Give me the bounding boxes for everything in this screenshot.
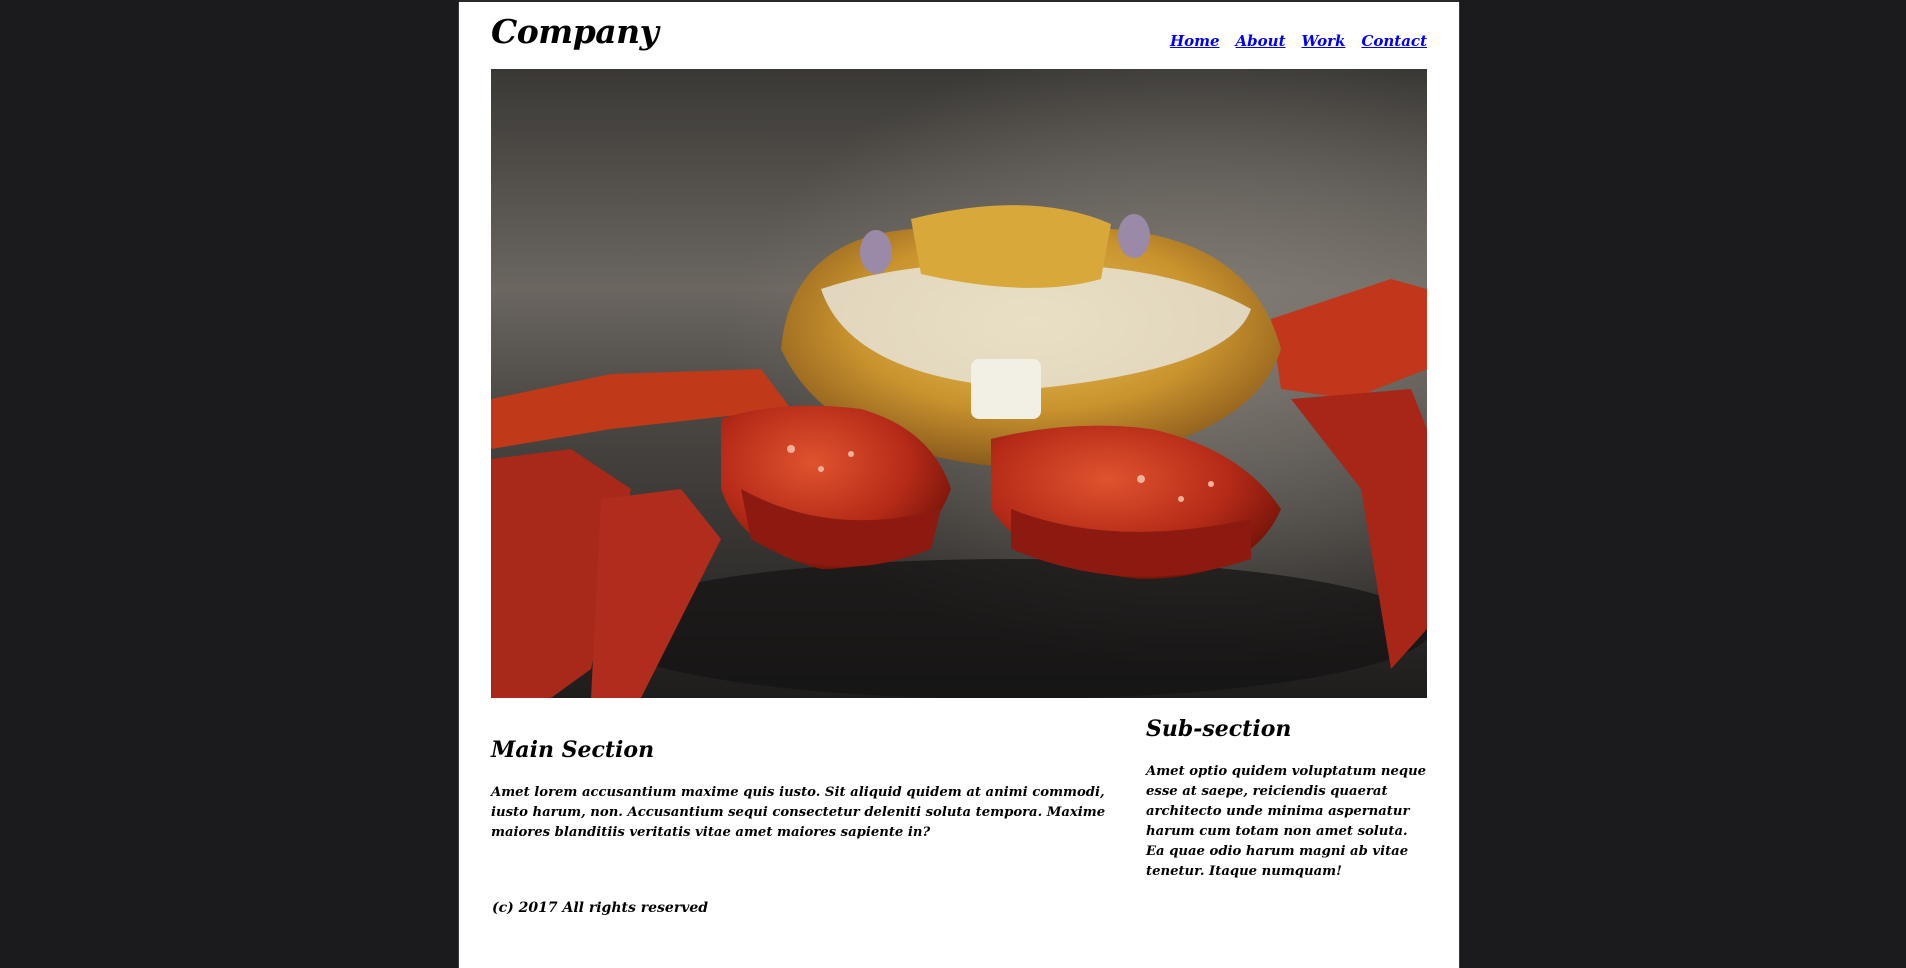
- nav-link-contact[interactable]: Contact: [1361, 32, 1427, 50]
- sub-section: Sub-section Amet optio quidem voluptatum…: [1146, 716, 1427, 882]
- nav-link-home[interactable]: Home: [1170, 32, 1220, 50]
- main-section-title: Main Section: [491, 737, 655, 763]
- crab-photo: [491, 69, 1427, 698]
- sub-section-title: Sub-section: [1146, 716, 1292, 742]
- hero-image: [491, 69, 1427, 698]
- site-logo[interactable]: Company: [491, 12, 659, 51]
- sub-section-body: Amet optio quidem voluptatum neque esse …: [1146, 764, 1427, 879]
- nav-link-about[interactable]: About: [1236, 32, 1286, 50]
- page-container: Company Home About Work Contact Main Sec…: [458, 0, 1460, 968]
- main-section: Main Section Amet lorem accusantium maxi…: [491, 737, 1121, 843]
- nav-link-work[interactable]: Work: [1302, 32, 1346, 50]
- main-nav: Home About Work Contact: [1170, 32, 1427, 50]
- main-section-body: Amet lorem accusantium maxime quis iusto…: [491, 785, 1106, 840]
- top-border: [459, 0, 1459, 2]
- footer-copyright: (c) 2017 All rights reserved: [492, 900, 709, 916]
